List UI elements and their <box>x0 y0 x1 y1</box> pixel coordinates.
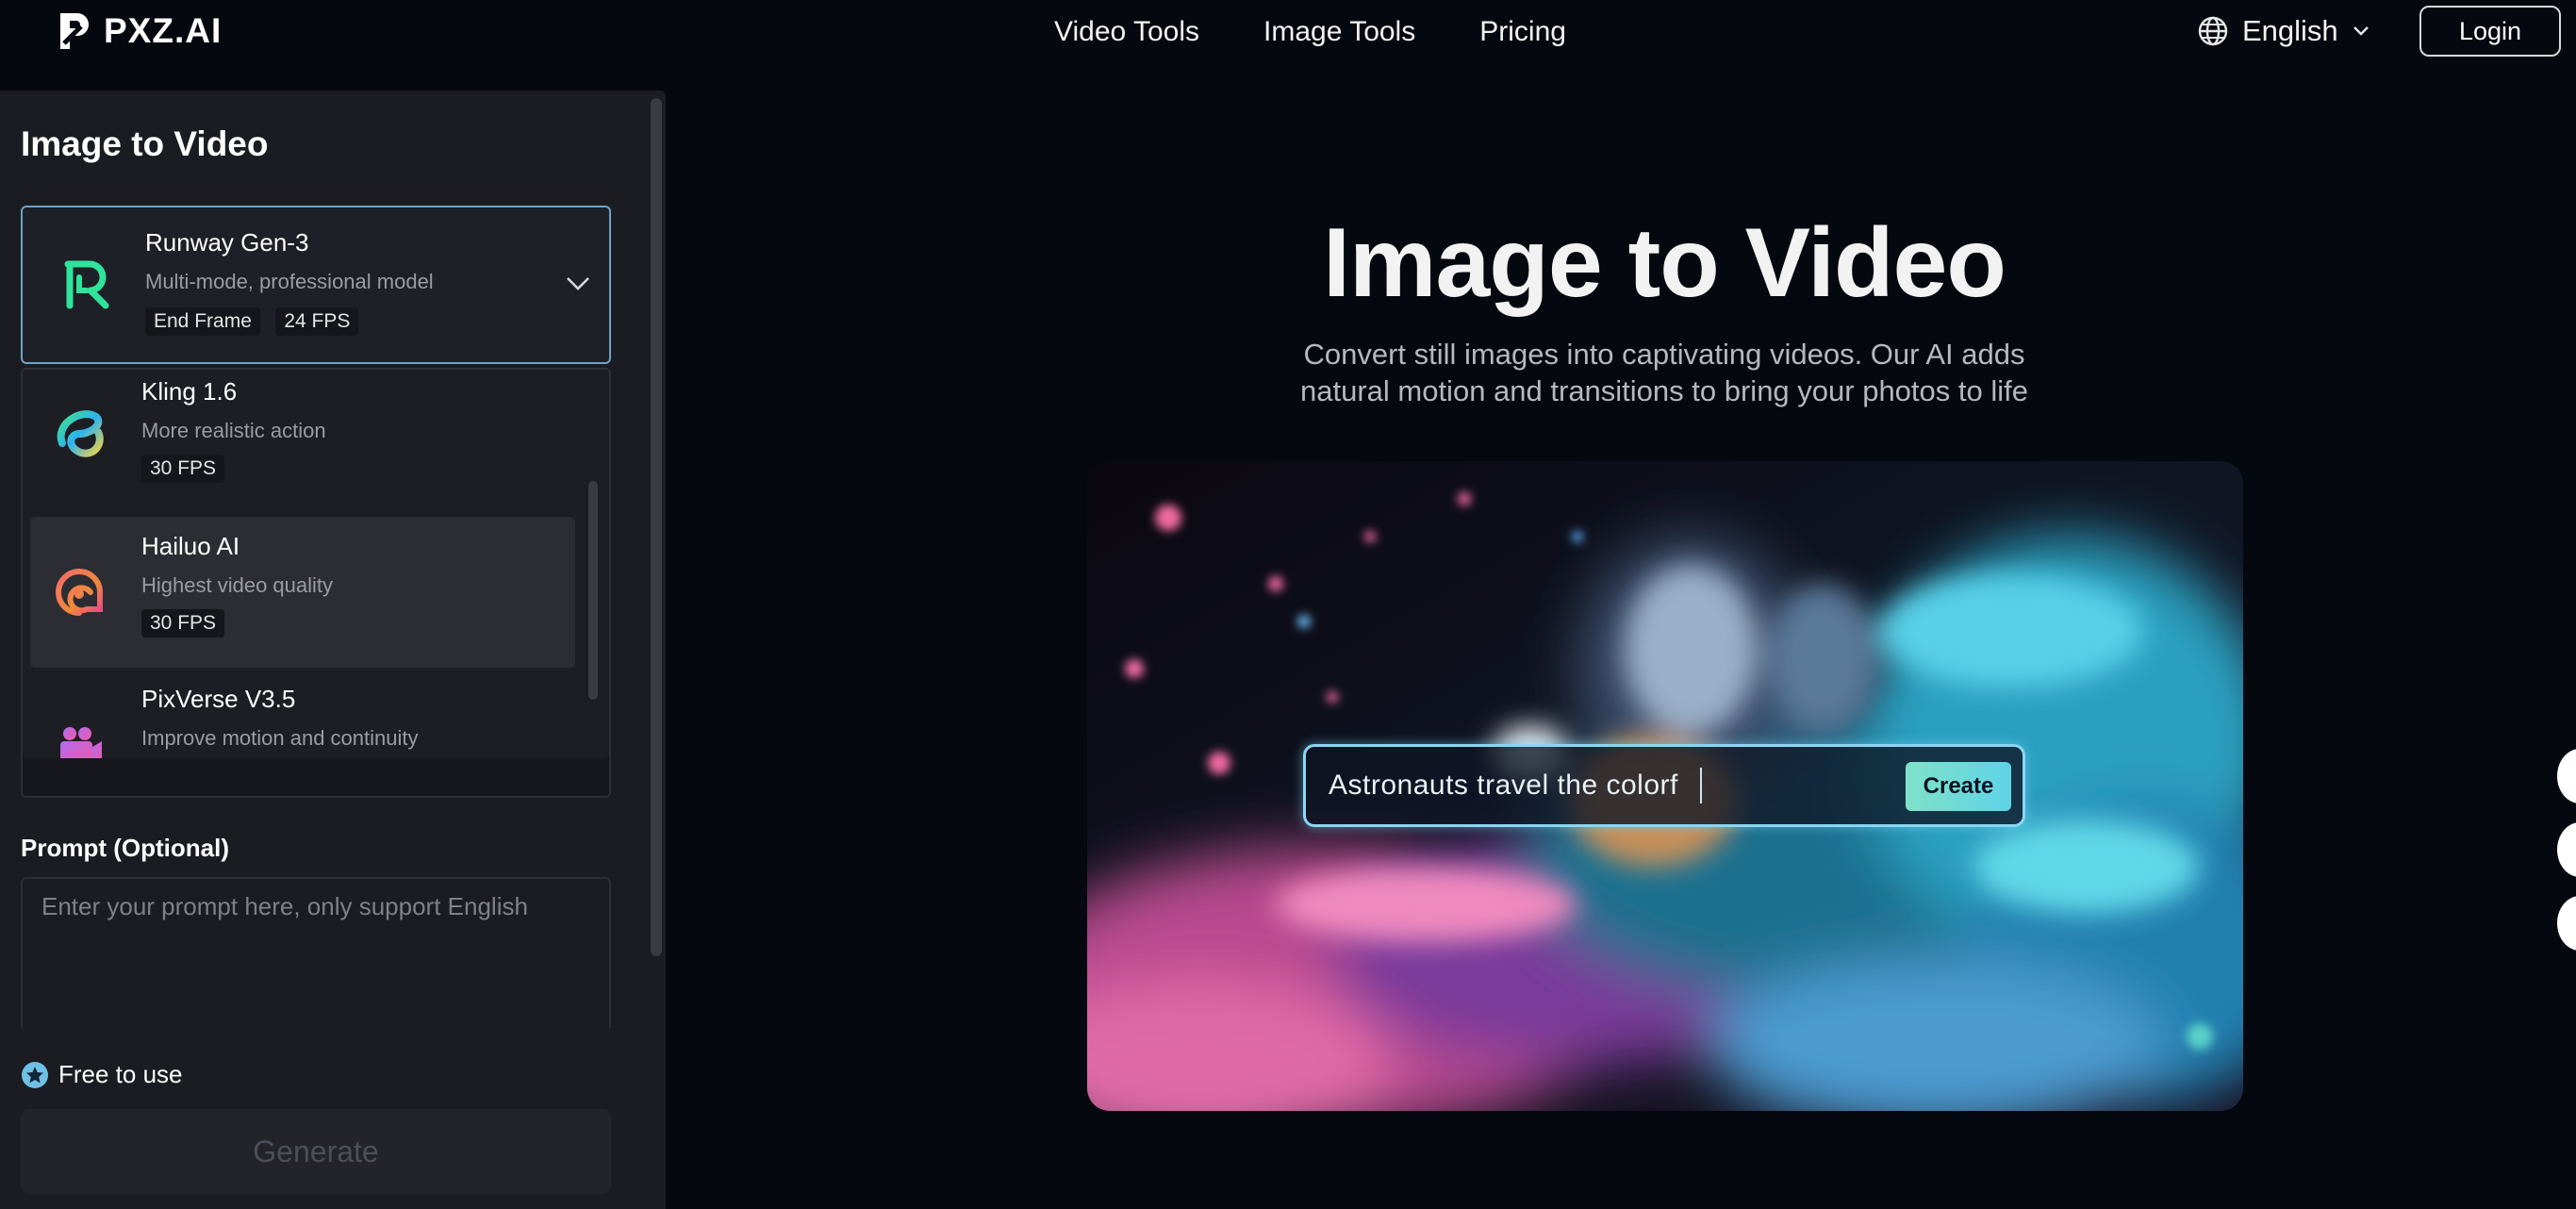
model-option-pixverse[interactable]: PixVerse V3.5 Improve motion and continu… <box>30 670 575 758</box>
text-caret <box>1700 768 1702 803</box>
nav-video-tools[interactable]: Video Tools <box>1054 13 1199 51</box>
hero-title: Image to Video <box>1323 208 2006 318</box>
tag-fps: 30 FPS <box>141 455 225 483</box>
model-option-name: PixVerse V3.5 <box>141 685 296 713</box>
hero-subtitle: Convert still images into captivating vi… <box>1207 336 2122 409</box>
brand-name: PXZ.AI <box>104 11 223 50</box>
sidebar-scrollbar[interactable] <box>651 98 662 956</box>
tag-end-frame: End Frame <box>145 307 260 336</box>
top-header: PXZ.AI Video Tools Image Tools Pricing E… <box>0 0 2576 62</box>
floating-action-2[interactable] <box>2557 822 2576 877</box>
model-option-tags: 30 FPS <box>141 455 236 483</box>
sidebar-panel: Image to Video Runway Gen-3 Multi-mode, … <box>0 91 666 1209</box>
model-option-description: Improve motion and continuity <box>141 726 419 750</box>
generate-button[interactable]: Generate <box>21 1109 611 1194</box>
language-selector[interactable]: English <box>2197 11 2370 51</box>
model-option-description: More realistic action <box>141 419 326 442</box>
runway-logo-icon <box>64 260 109 309</box>
nav-image-tools[interactable]: Image Tools <box>1263 13 1415 51</box>
dropdown-scrollbar[interactable] <box>588 481 598 700</box>
free-to-use-label: Free to use <box>58 1060 183 1088</box>
model-option-description: Highest video quality <box>141 573 334 597</box>
free-to-use: Free to use <box>21 1060 183 1089</box>
hero-subtitle-line-1: Convert still images into captivating vi… <box>1303 338 2025 371</box>
model-dropdown-list: Kling 1.6 More realistic action 30 FPS H… <box>23 370 609 758</box>
demo-prompt-text: Astronauts travel the colorf <box>1329 770 1678 801</box>
model-option-name: Kling 1.6 <box>141 377 238 406</box>
floating-action-3[interactable] <box>2557 896 2576 951</box>
prompt-label: Prompt (Optional) <box>21 834 229 862</box>
model-dropdown: Kling 1.6 More realistic action 30 FPS H… <box>21 368 611 798</box>
model-select[interactable]: Runway Gen-3 Multi-mode, professional mo… <box>21 206 611 364</box>
tag-fps: 30 FPS <box>141 609 225 638</box>
selected-model-name: Runway Gen-3 <box>145 228 309 257</box>
create-button[interactable]: Create <box>1906 762 2011 811</box>
selected-model-tags: End Frame 24 FPS <box>145 307 370 336</box>
selected-model-description: Multi-mode, professional model <box>145 270 434 293</box>
model-option-tags: 30 FPS <box>141 609 236 638</box>
chevron-down-icon <box>2353 26 2369 36</box>
language-label: English <box>2242 14 2338 47</box>
brand-logo[interactable]: PXZ.AI <box>57 9 222 53</box>
globe-icon <box>2198 16 2228 46</box>
chevron-down-icon <box>567 277 589 290</box>
floating-action-1[interactable] <box>2557 749 2576 803</box>
model-option-name: Hailuo AI <box>141 532 240 560</box>
pixverse-logo-icon <box>60 727 102 758</box>
model-option-hailuo[interactable]: Hailuo AI Highest video quality 30 FPS <box>30 517 575 668</box>
sidebar-title: Image to Video <box>21 124 269 163</box>
model-option-kling[interactable]: Kling 1.6 More realistic action 30 FPS <box>30 370 575 515</box>
login-button[interactable]: Login <box>2419 6 2561 57</box>
tag-fps: 24 FPS <box>275 307 359 336</box>
main-nav: Video Tools Image Tools Pricing <box>1054 13 1630 51</box>
prompt-input[interactable] <box>21 877 611 1028</box>
hero-subtitle-line-2: natural motion and transitions to bring … <box>1299 374 2028 407</box>
nav-pricing[interactable]: Pricing <box>1479 13 1566 51</box>
demo-prompt-box: Astronauts travel the colorf Create <box>1303 744 2025 827</box>
kling-logo-icon <box>57 410 104 457</box>
pxz-logo-icon <box>60 13 89 49</box>
hailuo-logo-icon <box>56 569 103 616</box>
page: PXZ.AI Video Tools Image Tools Pricing E… <box>0 0 2576 1209</box>
star-badge-icon <box>22 1061 48 1088</box>
